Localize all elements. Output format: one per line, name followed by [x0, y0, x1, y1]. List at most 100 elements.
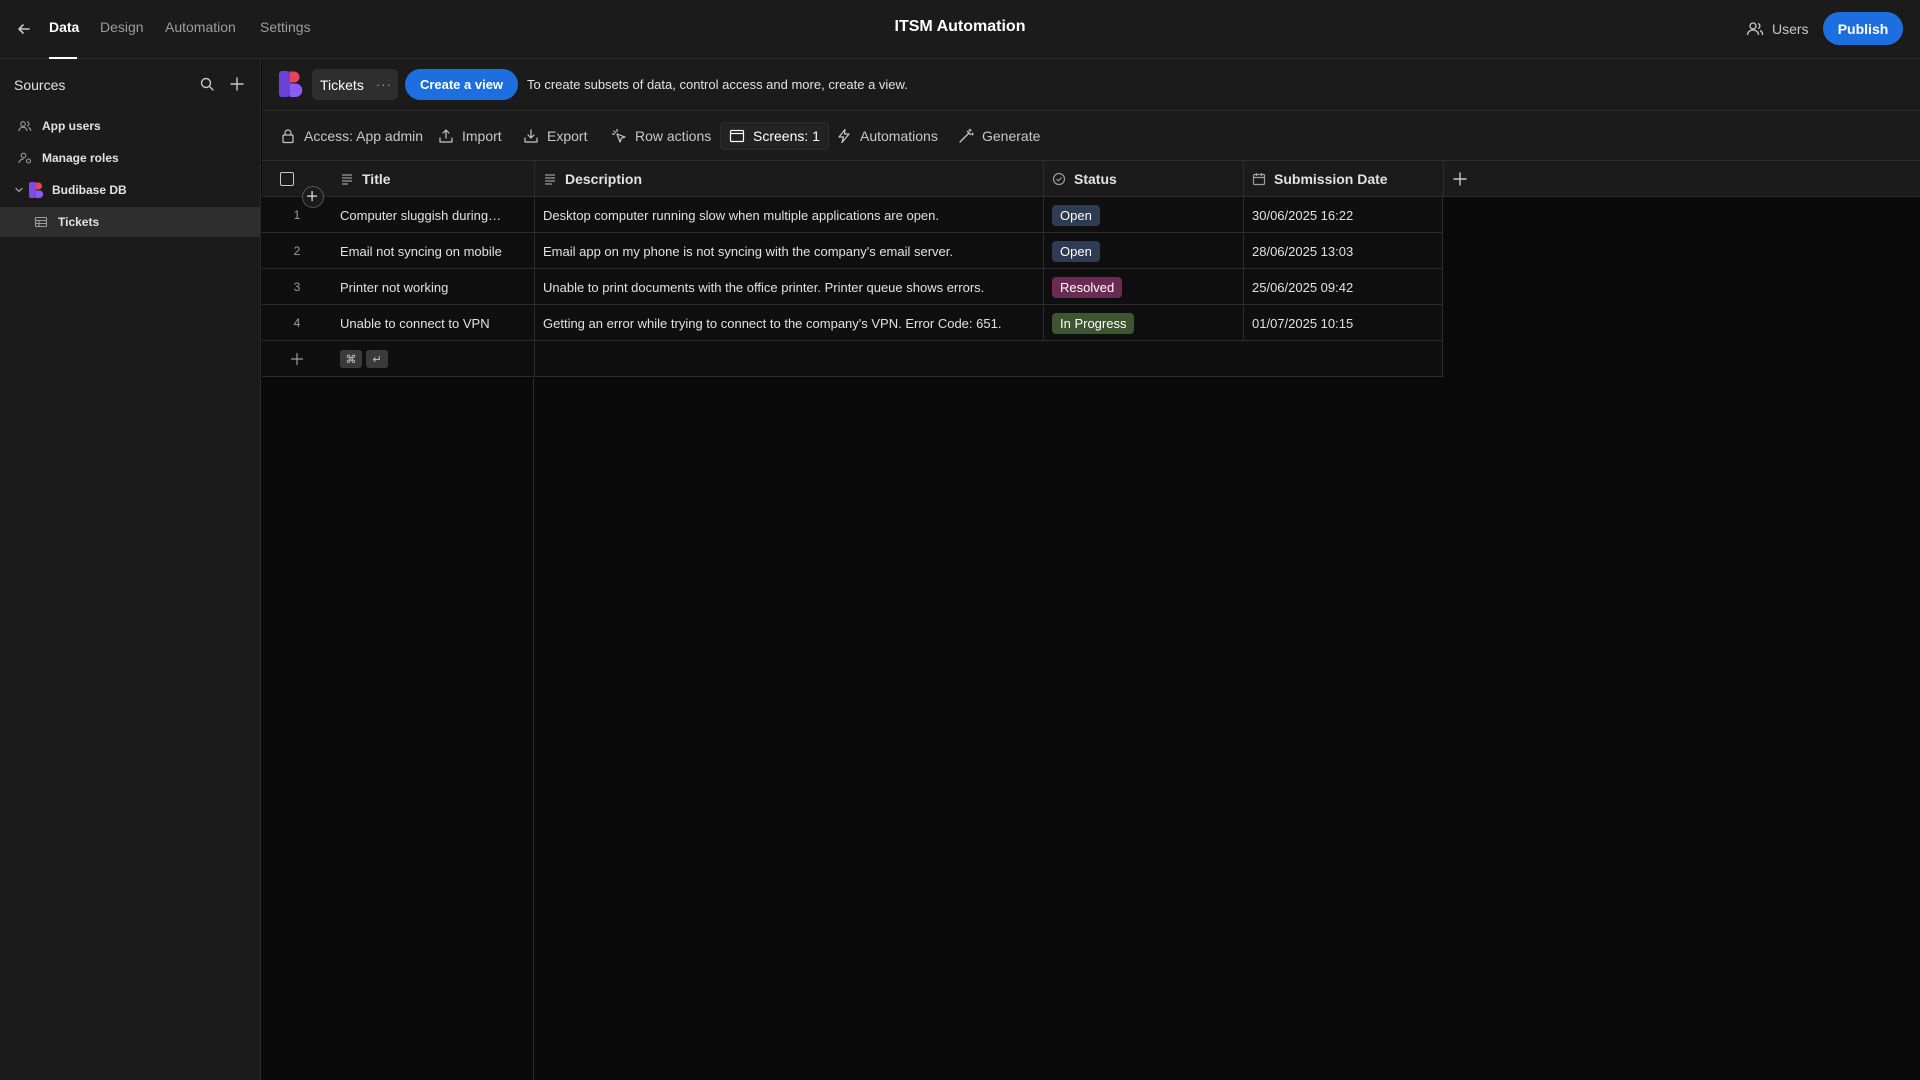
sources-sidebar: Sources App users Manage roles Budibase … [0, 59, 261, 1080]
cursor-click-icon [611, 128, 627, 144]
sidebar-item-label: Tickets [58, 215, 100, 229]
add-row-button[interactable] [302, 186, 324, 208]
users-button[interactable]: Users [1746, 18, 1809, 40]
table-row[interactable]: 4 Unable to connect to VPN Getting an er… [262, 305, 1443, 341]
cell-status[interactable]: In Progress [1044, 305, 1244, 341]
status-badge: Open [1052, 240, 1100, 262]
upload-icon [438, 128, 454, 144]
cell-submission-date[interactable]: 01/07/2025 10:15 [1244, 305, 1443, 341]
users-icon [18, 119, 32, 133]
lightning-icon [836, 128, 852, 144]
users-icon [1746, 20, 1764, 38]
cell-description[interactable]: Desktop computer running slow when multi… [535, 197, 1044, 233]
tab-data[interactable]: Data [49, 19, 79, 35]
cell-status[interactable]: Resolved [1044, 269, 1244, 305]
column-header-submission-date[interactable]: Submission Date [1244, 161, 1444, 197]
row-actions-button[interactable]: Row actions [603, 122, 719, 150]
import-button[interactable]: Import [430, 122, 510, 150]
sources-title: Sources [14, 77, 66, 93]
users-label: Users [1772, 21, 1809, 37]
tab-settings[interactable]: Settings [260, 19, 311, 35]
lock-icon [280, 128, 296, 144]
create-view-button[interactable]: Create a view [405, 69, 518, 100]
table-row[interactable]: 1 Computer sluggish during… Desktop comp… [262, 197, 1443, 233]
add-source-icon[interactable] [228, 75, 246, 93]
export-button[interactable]: Export [515, 122, 595, 150]
cell-title[interactable]: Email not syncing on mobile [332, 233, 535, 269]
table-toolbar: Access: App admin Import Export Row acti… [262, 111, 1920, 161]
access-button[interactable]: Access: App admin [272, 122, 431, 150]
screens-button[interactable]: Screens: 1 [720, 122, 829, 150]
table-row[interactable]: 2 Email not syncing on mobile Email app … [262, 233, 1443, 269]
command-key-icon: ⌘ [340, 350, 362, 368]
select-all-checkbox[interactable] [280, 172, 294, 186]
cell-description[interactable]: Email app on my phone is not syncing wit… [535, 233, 1044, 269]
row-actions-label: Row actions [635, 128, 712, 144]
sidebar-item-app-users[interactable]: App users [0, 111, 260, 141]
automations-label: Automations [860, 128, 938, 144]
cell-title[interactable]: Printer not working [332, 269, 535, 305]
budibase-logo-icon [28, 181, 46, 199]
access-label: Access: App admin [304, 128, 424, 144]
calendar-icon [1252, 172, 1266, 186]
top-bar: Data Design Automation Settings ITSM Aut… [0, 0, 1920, 59]
table-tabs-bar: Tickets ··· Create a view To create subs… [262, 59, 1920, 111]
export-label: Export [547, 128, 588, 144]
status-badge: Resolved [1052, 276, 1123, 298]
table-tab-label: Tickets [320, 76, 364, 93]
generate-button[interactable]: Generate [950, 122, 1048, 150]
row-number: 3 [293, 280, 301, 294]
column-header-description[interactable]: Description [535, 161, 1044, 197]
screen-icon [729, 128, 745, 144]
cell-description[interactable]: Getting an error while trying to connect… [535, 305, 1044, 341]
cell-title[interactable]: Unable to connect to VPN [332, 305, 535, 341]
grid-header: Title Description Status Submission Date [262, 161, 1920, 197]
sidebar-item-label: Budibase DB [52, 183, 127, 197]
long-text-icon [543, 172, 557, 186]
tab-design[interactable]: Design [100, 19, 144, 35]
magic-wand-icon [958, 128, 974, 144]
cell-status[interactable]: Open [1044, 197, 1244, 233]
chevron-down-icon[interactable] [14, 185, 24, 195]
text-field-icon [340, 172, 354, 186]
cell-title[interactable]: Computer sluggish during… [332, 197, 535, 233]
user-roles-icon [18, 151, 32, 165]
sidebar-item-tickets[interactable]: Tickets [0, 207, 260, 237]
cell-submission-date[interactable]: 25/06/2025 09:42 [1244, 269, 1443, 305]
table-tab-tickets[interactable]: Tickets ··· [312, 69, 398, 100]
status-badge: Open [1052, 204, 1100, 226]
back-arrow-icon[interactable] [14, 19, 34, 39]
more-options-icon[interactable]: ··· [376, 77, 392, 92]
cell-submission-date[interactable]: 28/06/2025 13:03 [1244, 233, 1443, 269]
search-icon[interactable] [198, 75, 216, 93]
new-row[interactable]: ⌘ ↵ [262, 341, 1443, 377]
column-header-status[interactable]: Status [1044, 161, 1244, 197]
sidebar-item-manage-roles[interactable]: Manage roles [0, 143, 260, 173]
column-header-label: Description [565, 171, 643, 187]
table-icon [34, 215, 48, 229]
automations-button[interactable]: Automations [828, 122, 946, 150]
column-header-title[interactable]: Title [332, 161, 535, 197]
publish-button[interactable]: Publish [1823, 12, 1903, 45]
cell-description[interactable]: Unable to print documents with the offic… [535, 269, 1044, 305]
column-header-label: Status [1074, 171, 1117, 187]
column-header-label: Title [362, 171, 391, 187]
add-column-icon[interactable] [1452, 171, 1468, 187]
add-row-icon[interactable] [262, 341, 332, 377]
column-header-label: Submission Date [1274, 171, 1388, 187]
generate-label: Generate [982, 128, 1041, 144]
row-number: 2 [293, 244, 301, 258]
status-badge: In Progress [1052, 312, 1135, 334]
import-label: Import [462, 128, 502, 144]
create-view-hint: To create subsets of data, control acces… [527, 77, 908, 92]
budibase-logo-icon [278, 70, 304, 98]
cell-status[interactable]: Open [1044, 233, 1244, 269]
sidebar-item-label: App users [42, 119, 101, 133]
tab-automation[interactable]: Automation [165, 19, 236, 35]
sidebar-item-budibase-db[interactable]: Budibase DB [0, 175, 260, 205]
check-circle-icon [1052, 172, 1066, 186]
cell-submission-date[interactable]: 30/06/2025 16:22 [1244, 197, 1443, 233]
screens-label: Screens: 1 [753, 128, 820, 144]
table-row[interactable]: 3 Printer not working Unable to print do… [262, 269, 1443, 305]
row-number: 4 [293, 316, 301, 330]
